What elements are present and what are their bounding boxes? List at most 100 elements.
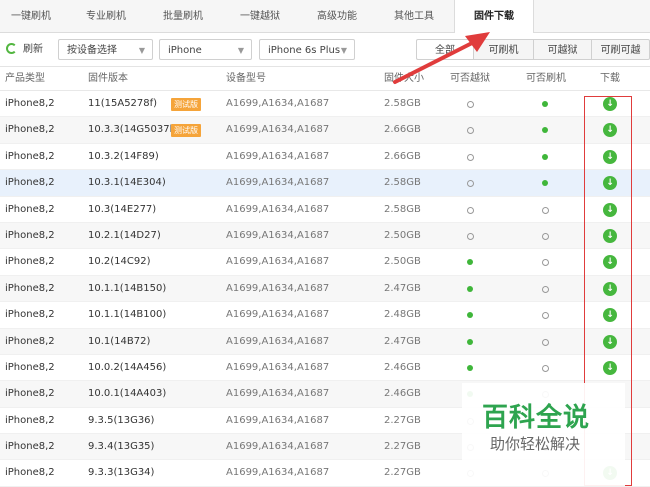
table-row[interactable]: iPhone8,2 10.2.1(14D27) A1699,A1634,A1687 2…: [0, 222, 650, 250]
filter-all[interactable]: 全部: [416, 39, 473, 60]
cell-firmware-size: 2.58GB: [384, 203, 421, 215]
cell-product-type: iPhone8,2: [5, 150, 55, 162]
refresh-button[interactable]: 刷新: [2, 39, 50, 60]
cell-firmware-version: 9.3.3(13G34): [88, 467, 155, 479]
cell-product-type: iPhone8,2: [5, 203, 55, 215]
chevron-down-icon: ▼: [340, 46, 347, 55]
cell-firmware-version: 9.3.4(13G35): [88, 441, 155, 453]
download-icon[interactable]: ↓: [603, 308, 617, 323]
cell-product-type: iPhone8,2: [5, 177, 55, 189]
jailbreak-no-icon: [467, 180, 474, 188]
cell-firmware-size: 2.50GB: [384, 256, 421, 268]
filter-both[interactable]: 可刷可越: [591, 39, 650, 60]
tab-one-key-flash[interactable]: 一键刷机: [0, 0, 62, 33]
cell-product-type: iPhone8,2: [5, 98, 55, 109]
cell-firmware-version: 11(15A5278f): [88, 98, 158, 109]
download-icon[interactable]: ↓: [603, 202, 617, 217]
cell-firmware-version: 10.3(14E277): [88, 203, 157, 215]
flash-yes-icon: [542, 127, 548, 134]
jailbreak-no-icon: [467, 206, 474, 214]
cell-firmware-size: 2.66GB: [384, 124, 421, 136]
cell-firmware-version: 9.3.5(13G36): [88, 414, 155, 426]
jailbreak-no-icon: [467, 127, 474, 135]
header-device-model: 设备型号: [226, 73, 266, 84]
table-row[interactable]: iPhone8,2 11(15A5278f) 测试版 A1699,A1634,A168…: [0, 91, 650, 118]
header-firmware-version: 固件版本: [88, 73, 128, 84]
cell-firmware-size: 2.27GB: [384, 414, 421, 426]
table-row[interactable]: iPhone8,2 10.1(14B72) A1699,A1634,A1687 2.4…: [0, 328, 650, 355]
cell-product-type: iPhone8,2: [5, 414, 55, 426]
cell-firmware-size: 2.48GB: [384, 309, 421, 321]
tab-batch-flash[interactable]: 批量刷机: [152, 0, 214, 33]
flash-no-icon: [542, 285, 549, 293]
download-icon[interactable]: ↓: [603, 281, 617, 296]
cell-product-type: iPhone8,2: [5, 361, 55, 373]
device-select[interactable]: 按设备选择 ▼: [58, 39, 153, 60]
download-icon[interactable]: ↓: [603, 228, 617, 243]
download-icon[interactable]: ↓: [603, 176, 617, 191]
download-icon[interactable]: ↓: [603, 149, 617, 164]
download-icon[interactable]: ↓: [603, 123, 617, 138]
header-flashable: 可否刷机: [526, 73, 566, 84]
download-icon[interactable]: ↓: [603, 97, 617, 111]
product-select-value: iPhone: [168, 45, 202, 56]
cell-firmware-size: 2.47GB: [384, 335, 421, 347]
table-row[interactable]: iPhone8,2 10.3.1(14E304) A1699,A1634,A1687…: [0, 170, 650, 197]
cell-firmware-version: 10.3.3(14G5037b): [88, 124, 180, 136]
beta-badge: 测试版: [171, 98, 201, 111]
cell-firmware-size: 2.66GB: [384, 150, 421, 162]
cell-device-model: A1699,A1634,A1687: [226, 256, 330, 268]
jailbreak-yes-icon: [467, 285, 473, 292]
download-icon[interactable]: ↓: [603, 334, 617, 349]
jailbreak-yes-icon: [467, 259, 473, 266]
flash-no-icon: [542, 232, 549, 240]
beta-badge: 测试版: [171, 124, 201, 138]
download-icon[interactable]: ↓: [603, 255, 617, 270]
cell-device-model: A1699,A1634,A1687: [226, 177, 330, 189]
tab-one-key-jailbreak[interactable]: 一键越狱: [229, 0, 291, 33]
cell-product-type: iPhone8,2: [5, 229, 55, 241]
download-icon[interactable]: ↓: [603, 360, 617, 375]
table-row[interactable]: iPhone8,2 10.3.3(14G5037b) 测试版 A1699,A1634,…: [0, 117, 650, 144]
cell-firmware-size: 2.46GB: [384, 388, 421, 400]
cell-device-model: A1699,A1634,A1687: [226, 361, 330, 373]
flash-no-icon: [542, 338, 549, 346]
table-row[interactable]: iPhone8,2 10.2(14C92) A1699,A1634,A1687 2.5…: [0, 249, 650, 276]
product-select[interactable]: iPhone ▼: [159, 39, 252, 60]
tab-other-tools[interactable]: 其他工具: [383, 0, 445, 33]
cell-device-model: A1699,A1634,A1687: [226, 150, 330, 162]
toolbar: 刷新 按设备选择 ▼ iPhone ▼ iPhone 6s Plus ▼ 全部 …: [0, 33, 650, 67]
header-product-type: 产品类型: [5, 73, 45, 84]
cell-product-type: iPhone8,2: [5, 282, 55, 294]
cell-firmware-size: 2.58GB: [384, 177, 421, 189]
tab-pro-flash[interactable]: 专业刷机: [75, 0, 137, 33]
cell-device-model: A1699,A1634,A1687: [226, 229, 330, 241]
header-firmware-size: 固件大小: [384, 73, 424, 84]
cell-device-model: A1699,A1634,A1687: [226, 414, 330, 426]
table-row[interactable]: iPhone8,2 10.1.1(14B150) A1699,A1634,A1687…: [0, 275, 650, 303]
flash-yes-icon: [542, 153, 548, 160]
watermark-subtitle: 助你轻松解决: [490, 435, 581, 453]
flash-no-icon: [542, 312, 549, 320]
tab-firmware-download[interactable]: 固件下载: [454, 0, 534, 34]
filter-flashable[interactable]: 可刷机: [473, 39, 533, 60]
table-row[interactable]: iPhone8,2 10.0.2(14A456) A1699,A1634,A1687…: [0, 355, 650, 382]
tab-advanced[interactable]: 高级功能: [306, 0, 368, 33]
model-select[interactable]: iPhone 6s Plus ▼: [259, 39, 355, 60]
jailbreak-no-icon: [467, 101, 474, 108]
table-row[interactable]: iPhone8,2 10.3.2(14F89) A1699,A1634,A1687 2…: [0, 144, 650, 171]
cell-device-model: A1699,A1634,A1687: [226, 309, 330, 321]
chevron-down-icon: ▼: [237, 46, 244, 55]
cell-product-type: iPhone8,2: [5, 388, 55, 400]
cell-firmware-version: 10.0.1(14A403): [88, 388, 167, 400]
jailbreak-no-icon: [467, 153, 474, 161]
cell-device-model: A1699,A1634,A1687: [226, 203, 330, 215]
cell-device-model: A1699,A1634,A1687: [226, 124, 330, 136]
refresh-label: 刷新: [23, 44, 43, 55]
watermark-title: 百科全说: [482, 403, 591, 433]
table-row[interactable]: iPhone8,2 10.3(14E277) A1699,A1634,A1687 2.…: [0, 197, 650, 223]
table-row[interactable]: iPhone8,2 10.1.1(14B100) A1699,A1634,A1687…: [0, 302, 650, 329]
cell-firmware-version: 10.1.1(14B150): [88, 282, 167, 294]
jailbreak-no-icon: [467, 232, 474, 240]
filter-jailbreakable[interactable]: 可越狱: [533, 39, 591, 60]
